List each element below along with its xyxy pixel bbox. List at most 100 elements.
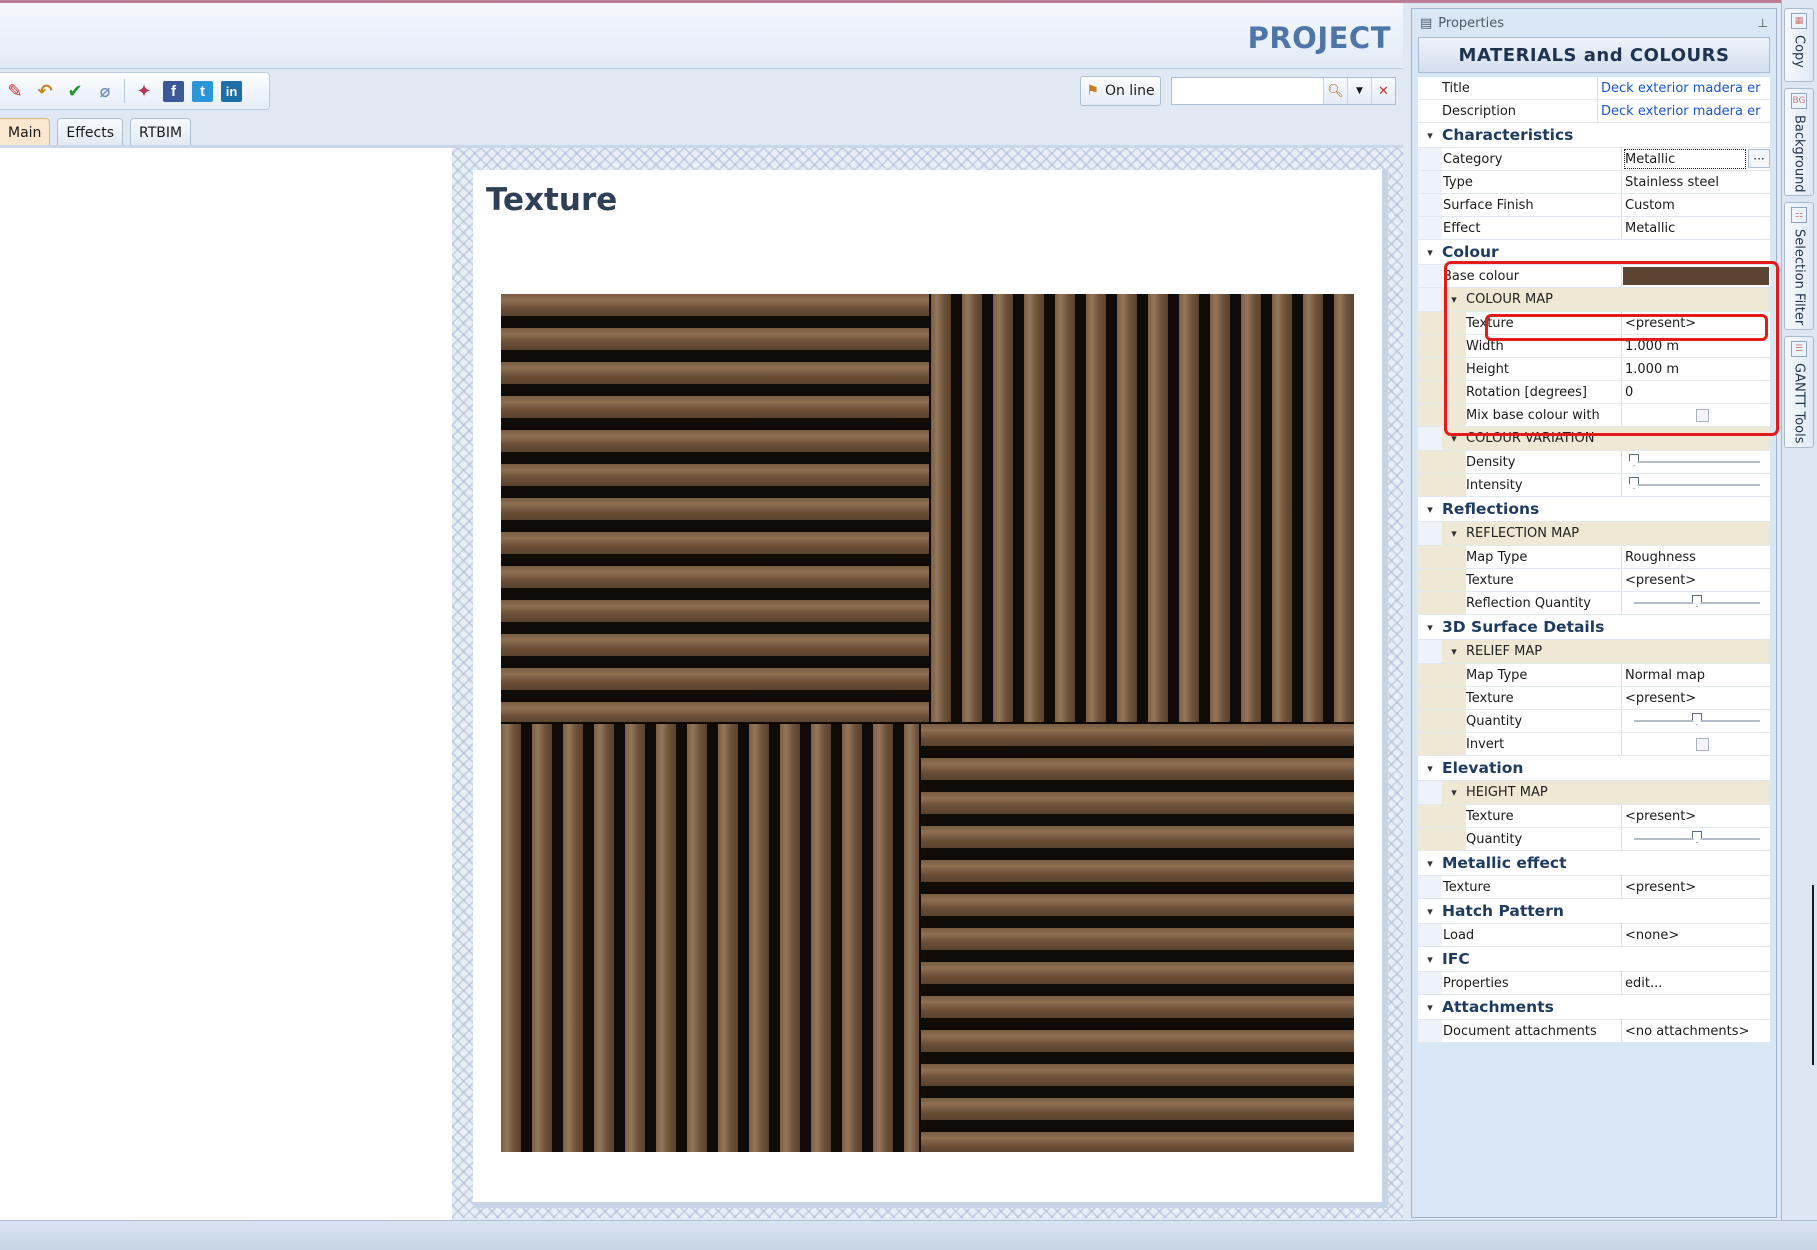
chevron-down-icon[interactable]: ▾ xyxy=(1418,762,1442,775)
web-icon[interactable]: ✦ xyxy=(133,80,155,102)
chevron-down-icon[interactable]: ▾ xyxy=(1418,246,1442,259)
tab-effects[interactable]: Effects xyxy=(57,118,124,146)
subcategory-relief-map[interactable]: ▾ RELIEF MAP xyxy=(1418,640,1770,664)
property-row-load[interactable]: Load <none> xyxy=(1418,924,1770,947)
property-value[interactable] xyxy=(1622,474,1770,496)
category-3d-surface-details[interactable]: ▾ 3D Surface Details xyxy=(1418,615,1770,640)
intensity-slider[interactable] xyxy=(1629,477,1760,489)
chevron-down-icon[interactable]: ▾ xyxy=(1418,1001,1442,1014)
subcategory-height-map[interactable]: ▾ HEIGHT MAP xyxy=(1418,781,1770,805)
property-row-relief-quantity[interactable]: Quantity xyxy=(1418,710,1770,733)
properties-panel: ▤ Properties ⊥ MATERIALS and COLOURS Tit… xyxy=(1411,8,1777,1218)
facebook-icon[interactable]: f xyxy=(163,80,184,102)
base-colour-value[interactable] xyxy=(1622,265,1770,287)
attach-icon[interactable]: ⌀ xyxy=(94,80,116,102)
slider-thumb[interactable] xyxy=(1629,454,1639,466)
property-row-height-texture[interactable]: Texture <present> xyxy=(1418,805,1770,828)
reflection-quantity-slider[interactable] xyxy=(1634,595,1760,607)
property-row-metallic-texture[interactable]: Texture <present> xyxy=(1418,876,1770,899)
category-colour[interactable]: ▾ Colour xyxy=(1418,240,1770,265)
property-row-type[interactable]: Type Stainless steel xyxy=(1418,171,1770,194)
material-list-area[interactable] xyxy=(0,148,452,1220)
property-row-relief-texture[interactable]: Texture <present> xyxy=(1418,687,1770,710)
property-value[interactable] xyxy=(1622,451,1770,473)
category-reflections[interactable]: ▾ Reflections xyxy=(1418,497,1770,522)
undo-icon[interactable]: ↶ xyxy=(34,80,56,102)
online-button[interactable]: ⚑ On line xyxy=(1080,76,1161,106)
check-icon[interactable]: ✔ xyxy=(64,80,86,102)
property-value[interactable] xyxy=(1622,828,1770,850)
height-quantity-slider[interactable] xyxy=(1634,831,1760,843)
subcategory-colour-variation[interactable]: ▾ COLOUR VARIATION xyxy=(1418,427,1770,451)
property-row-texture[interactable]: Texture <present> xyxy=(1418,312,1770,335)
relief-quantity-slider[interactable] xyxy=(1634,713,1760,725)
chevron-down-icon[interactable]: ▾ xyxy=(1418,621,1442,634)
slider-thumb[interactable] xyxy=(1692,595,1702,607)
subcategory-colour-map[interactable]: ▾ COLOUR MAP xyxy=(1418,288,1770,312)
chevron-down-icon[interactable]: ▾ xyxy=(1418,503,1442,516)
tab-rtbim[interactable]: RTBIM xyxy=(130,118,192,146)
property-value[interactable] xyxy=(1622,733,1770,755)
dropdown-icon[interactable]: ▼ xyxy=(1347,78,1371,104)
property-row-reflection-quantity[interactable]: Reflection Quantity xyxy=(1418,592,1770,615)
twitter-icon[interactable]: t xyxy=(192,80,213,102)
chevron-down-icon[interactable]: ▾ xyxy=(1442,293,1466,306)
chevron-down-icon[interactable]: ▾ xyxy=(1418,129,1442,142)
chevron-down-icon[interactable]: ▾ xyxy=(1442,527,1466,540)
slider-thumb[interactable] xyxy=(1692,831,1702,843)
property-row-rotation[interactable]: Rotation [degrees] 0 xyxy=(1418,381,1770,404)
chevron-down-icon[interactable]: ▾ xyxy=(1442,432,1466,445)
slider-thumb[interactable] xyxy=(1692,713,1702,725)
dock-tab-copy[interactable]: ▦ Copy xyxy=(1784,8,1814,82)
property-row-category[interactable]: Category Metallic ··· xyxy=(1418,148,1770,171)
property-row-effect[interactable]: Effect Metallic xyxy=(1418,217,1770,240)
property-row-surface-finish[interactable]: Surface Finish Custom xyxy=(1418,194,1770,217)
property-value[interactable] xyxy=(1622,592,1770,614)
category-hatch-pattern[interactable]: ▾ Hatch Pattern xyxy=(1418,899,1770,924)
mix-checkbox[interactable] xyxy=(1696,408,1709,422)
category-metallic-effect[interactable]: ▾ Metallic effect xyxy=(1418,851,1770,876)
category-characteristics[interactable]: ▾ Characteristics xyxy=(1418,123,1770,148)
property-row-invert[interactable]: Invert xyxy=(1418,733,1770,756)
property-row-relief-map-type[interactable]: Map Type Normal map xyxy=(1418,664,1770,687)
property-value[interactable]: Metallic ··· xyxy=(1622,148,1770,170)
property-row-mix-base-colour[interactable]: Mix base colour with xyxy=(1418,404,1770,427)
property-row-reflection-texture[interactable]: Texture <present> xyxy=(1418,569,1770,592)
chevron-down-icon[interactable]: ▾ xyxy=(1442,786,1466,799)
invert-checkbox[interactable] xyxy=(1696,737,1709,751)
category-ifc[interactable]: ▾ IFC xyxy=(1418,947,1770,972)
category-attachments[interactable]: ▾ Attachments xyxy=(1418,995,1770,1020)
property-row-height[interactable]: Height 1.000 m xyxy=(1418,358,1770,381)
density-slider[interactable] xyxy=(1629,454,1760,466)
chevron-down-icon[interactable]: ▾ xyxy=(1418,953,1442,966)
property-row-title[interactable]: Title Deck exterior madera er xyxy=(1418,77,1770,100)
ellipsis-button[interactable]: ··· xyxy=(1748,149,1770,168)
chevron-down-icon[interactable]: ▾ xyxy=(1442,645,1466,658)
search-icon[interactable]: 🔍︎ xyxy=(1323,78,1347,104)
property-value[interactable] xyxy=(1622,710,1770,732)
tab-main[interactable]: Main xyxy=(0,118,51,146)
property-row-base-colour[interactable]: Base colour xyxy=(1418,265,1770,288)
linkedin-icon[interactable]: in xyxy=(221,80,242,102)
property-row-intensity[interactable]: Intensity xyxy=(1418,474,1770,497)
chevron-down-icon[interactable]: ▾ xyxy=(1418,905,1442,918)
clear-icon[interactable]: ✕ xyxy=(1371,78,1395,104)
property-row-document-attachments[interactable]: Document attachments <no attachments> xyxy=(1418,1020,1770,1043)
property-row-density[interactable]: Density xyxy=(1418,451,1770,474)
category-elevation[interactable]: ▾ Elevation xyxy=(1418,756,1770,781)
pin-icon[interactable]: ⊥ xyxy=(1758,16,1768,30)
chevron-down-icon[interactable]: ▾ xyxy=(1418,857,1442,870)
property-row-map-type[interactable]: Map Type Roughness xyxy=(1418,546,1770,569)
subcategory-reflection-map[interactable]: ▾ REFLECTION MAP xyxy=(1418,522,1770,546)
property-row-description[interactable]: Description Deck exterior madera er xyxy=(1418,100,1770,123)
property-row-width[interactable]: Width 1.000 m xyxy=(1418,335,1770,358)
dock-tab-selection-filter[interactable]: ⚏ Selection Filter xyxy=(1784,202,1814,330)
property-row-height-quantity[interactable]: Quantity xyxy=(1418,828,1770,851)
property-value[interactable] xyxy=(1622,404,1770,426)
slider-thumb[interactable] xyxy=(1629,477,1639,489)
edit-icon[interactable]: ✎ xyxy=(4,80,26,102)
dock-tab-gantt-tools[interactable]: ☰ GANTT Tools xyxy=(1784,336,1814,448)
property-row-ifc-properties[interactable]: Properties edit... xyxy=(1418,972,1770,995)
search-input[interactable] xyxy=(1172,78,1323,104)
dock-tab-background[interactable]: BG Background xyxy=(1784,88,1814,196)
